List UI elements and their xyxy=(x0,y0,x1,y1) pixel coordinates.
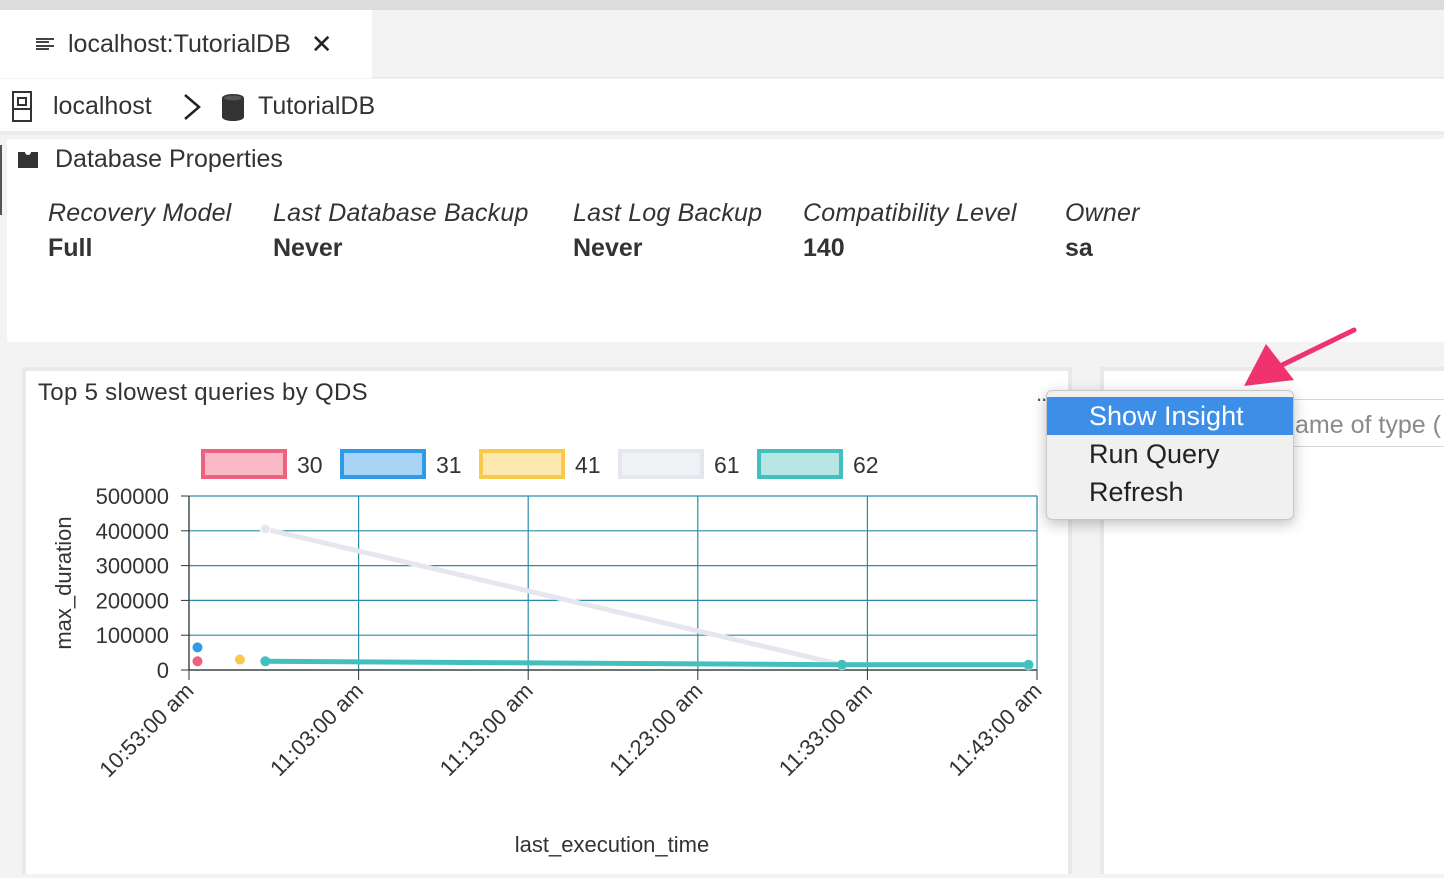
y-axis-label: max_duration xyxy=(51,516,76,649)
document-lines-icon xyxy=(36,35,54,53)
chevron-right-icon xyxy=(184,94,201,120)
database-properties-panel: Database Properties Recovery Model Full … xyxy=(7,139,1444,342)
y-tick-label: 300000 xyxy=(96,554,169,579)
legend-swatch xyxy=(201,449,287,479)
y-tick-label: 0 xyxy=(157,658,169,683)
prop-value: Never xyxy=(573,234,643,262)
prop-owner: Owner sa xyxy=(1065,199,1140,263)
prop-label: Recovery Model xyxy=(48,199,232,227)
y-tick-label: 100000 xyxy=(96,623,169,648)
legend-label: 61 xyxy=(714,452,740,478)
x-tick-label: 10:53:00 am xyxy=(94,678,198,782)
breadcrumb-server[interactable]: localhost xyxy=(53,92,152,121)
series-line xyxy=(265,658,1029,668)
data-point xyxy=(836,659,847,670)
qds-chart-widget: Top 5 slowest queries by QDS ... 500000 4… xyxy=(22,367,1072,874)
prop-last-log-backup: Last Log Backup Never xyxy=(573,199,762,263)
data-point xyxy=(259,523,271,535)
prop-label: Last Database Backup xyxy=(273,199,529,227)
database-properties-icon xyxy=(18,151,38,168)
close-icon[interactable]: ✕ xyxy=(311,29,333,60)
prop-label: Owner xyxy=(1065,199,1140,227)
x-tick-label: 11:13:00 am xyxy=(435,678,538,781)
data-point xyxy=(192,642,203,653)
prop-label: Last Log Backup xyxy=(573,199,763,227)
legend-swatch xyxy=(618,449,704,479)
legend-swatch xyxy=(757,449,843,479)
x-tick-label: 11:43:00 am xyxy=(944,678,1047,781)
series-line xyxy=(264,526,1029,668)
tab-bar: localhost:TutorialDB ✕ xyxy=(0,10,1444,78)
breadcrumb-database[interactable]: TutorialDB xyxy=(258,92,375,121)
legend-swatch xyxy=(340,449,426,479)
prop-last-database-backup: Last Database Backup Never xyxy=(273,199,529,263)
line-chart: 500000 400000 300000 200000 100000 010:53:00 … xyxy=(51,449,1047,857)
data-point xyxy=(260,656,271,667)
data-point xyxy=(1023,659,1034,670)
prop-recovery-model: Recovery Model Full xyxy=(48,199,231,263)
panel-left-edge xyxy=(0,145,2,215)
window-top-strip xyxy=(0,0,1444,10)
prop-label: Compatibility Level xyxy=(803,199,1017,227)
data-point xyxy=(192,656,203,667)
prop-value: Never xyxy=(273,234,343,262)
legend-label: 62 xyxy=(853,452,879,478)
prop-compatibility-level: Compatibility Level 140 xyxy=(803,199,1017,263)
menu-item-run-query[interactable]: Run Query xyxy=(1047,435,1293,473)
prop-value: 140 xyxy=(803,234,845,262)
menu-item-refresh[interactable]: Refresh xyxy=(1047,473,1293,511)
x-tick-label: 11:23:00 am xyxy=(604,678,707,781)
pointer-arrow-icon xyxy=(1244,327,1357,386)
prop-value: sa xyxy=(1065,234,1093,262)
legend-label: 41 xyxy=(575,452,601,478)
x-tick-label: 11:03:00 am xyxy=(265,678,368,781)
y-tick-label: 400000 xyxy=(96,519,169,544)
tab-localhost-tutorialdb[interactable]: localhost:TutorialDB ✕ xyxy=(0,10,372,78)
search-input[interactable]: ame of type ( xyxy=(1284,399,1444,447)
tab-label: localhost:TutorialDB xyxy=(68,29,291,58)
database-properties-title: Database Properties xyxy=(55,145,283,173)
breadcrumb: localhost TutorialDB xyxy=(0,79,1444,135)
legend-label: 31 xyxy=(436,452,462,478)
data-point xyxy=(234,654,245,665)
y-tick-label: 500000 xyxy=(96,484,169,509)
x-tick-label: 11:33:00 am xyxy=(774,678,877,781)
server-icon xyxy=(12,91,32,122)
x-axis-label: last_execution_time xyxy=(515,832,709,857)
menu-item-show-insight[interactable]: Show Insight xyxy=(1047,397,1293,435)
database-icon xyxy=(222,94,244,121)
legend-label: 30 xyxy=(297,452,323,478)
widget-context-menu: Show Insight Run Query Refresh xyxy=(1046,390,1294,520)
legend-swatch xyxy=(479,449,565,479)
y-tick-label: 200000 xyxy=(96,588,169,613)
prop-value: Full xyxy=(48,234,93,262)
